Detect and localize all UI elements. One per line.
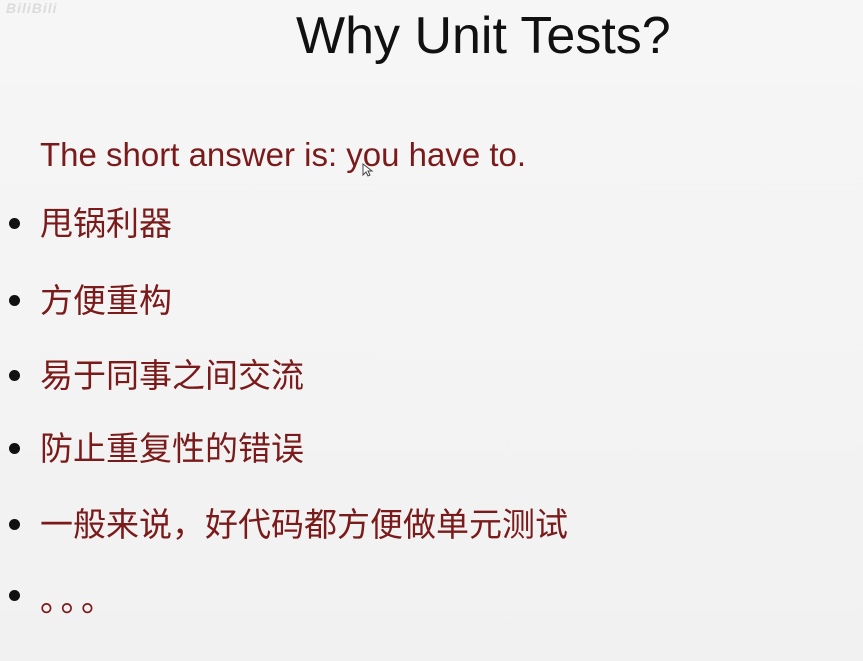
presentation-slide: BiliBili Why Unit Tests? The short answe… [0, 0, 863, 661]
list-item: 一般来说，好代码都方便做单元测试 [0, 503, 760, 549]
bullet-dot-icon [9, 519, 20, 530]
list-item: 甩锅利器 [0, 202, 760, 248]
bullet-text: 一般来说，好代码都方便做单元测试 [40, 505, 568, 544]
list-item: 易于同事之间交流 [0, 354, 760, 400]
bullet-text: 甩锅利器 [40, 204, 172, 243]
bullet-dot-icon [9, 590, 20, 601]
bullet-text: 。。。 [40, 580, 118, 619]
bullet-dot-icon [9, 295, 20, 306]
bullet-list: 甩锅利器 方便重构 易于同事之间交流 防止重复性的错误 一般来说，好代码都方便做… [0, 0, 863, 661]
list-item: 方便重构 [0, 279, 760, 325]
list-item: 防止重复性的错误 [0, 427, 760, 473]
bullet-dot-icon [9, 443, 20, 454]
bullet-text: 易于同事之间交流 [40, 356, 304, 395]
list-item: 。。。 [0, 578, 760, 624]
bullet-text: 方便重构 [40, 281, 172, 320]
bullet-dot-icon [9, 370, 20, 381]
bullet-text: 防止重复性的错误 [40, 429, 304, 468]
bullet-dot-icon [9, 218, 20, 229]
